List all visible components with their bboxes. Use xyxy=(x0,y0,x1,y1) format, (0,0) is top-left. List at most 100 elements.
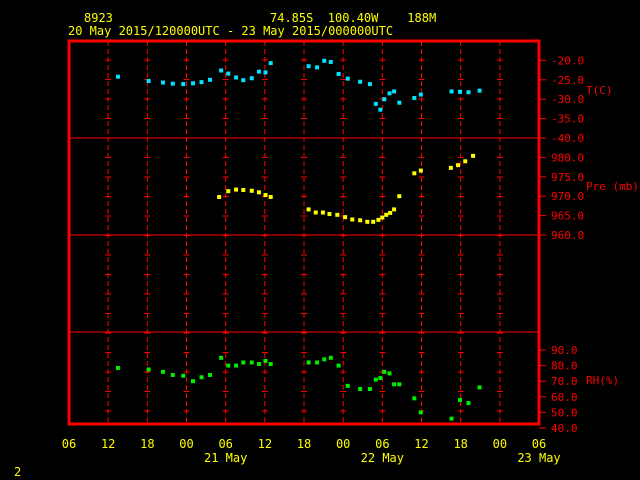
humidity-marker xyxy=(373,377,378,382)
x-tick-label: 00 xyxy=(493,437,507,451)
x-tick-label: 12 xyxy=(101,437,115,451)
temperature-marker xyxy=(328,59,333,64)
temperature-marker xyxy=(392,89,397,94)
humidity-marker xyxy=(466,401,471,406)
temperature-marker xyxy=(373,101,378,106)
pressure-marker xyxy=(226,189,231,194)
temperature-marker xyxy=(241,78,246,83)
pressure-marker xyxy=(343,215,348,220)
temperature-marker xyxy=(458,89,463,94)
temperature-marker xyxy=(387,91,392,96)
pressure-marker xyxy=(306,207,311,212)
humidity-marker xyxy=(392,382,397,387)
temperature-marker xyxy=(115,74,120,79)
humidity-marker xyxy=(387,371,392,376)
y-tick-label: 90.0 xyxy=(551,344,578,357)
pressure-marker xyxy=(358,218,363,223)
humidity-marker xyxy=(322,357,327,362)
pressure-marker xyxy=(371,219,376,224)
x-date-label: 21 May xyxy=(204,451,247,465)
y-tick-label: -40.0 xyxy=(551,132,584,145)
humidity-marker xyxy=(146,367,151,372)
panel-label-temperature: T(C) xyxy=(586,84,613,97)
temperature-marker xyxy=(263,70,268,75)
y-tick-label: 60.0 xyxy=(551,391,578,404)
y-tick-label: -35.0 xyxy=(551,113,584,126)
humidity-marker xyxy=(234,363,239,368)
y-tick-label: 50.0 xyxy=(551,406,578,419)
y-tick-label: 40.0 xyxy=(551,422,578,435)
humidity-marker xyxy=(458,397,463,402)
temperature-marker xyxy=(199,80,204,85)
panel-label-humidity: RH(%) xyxy=(586,374,619,387)
temperature-marker xyxy=(161,80,165,85)
pressure-marker xyxy=(392,207,397,212)
y-tick-label: 960.0 xyxy=(551,229,584,242)
temperature-marker xyxy=(358,79,363,84)
pressure-marker xyxy=(418,168,423,173)
pressure-marker xyxy=(217,194,222,199)
pressure-marker xyxy=(448,165,453,170)
humidity-marker xyxy=(358,387,363,391)
y-tick-label: 970.0 xyxy=(551,190,584,203)
temperature-marker xyxy=(367,82,372,87)
humidity-marker xyxy=(256,362,261,367)
humidity-marker xyxy=(199,375,204,380)
humidity-marker xyxy=(263,358,268,363)
meteogram-chart: 06 12 18 00 06 12 18 00 06 12 18 00 0621 May 22 May 23… xyxy=(62,39,639,465)
y-tick-label: 975.0 xyxy=(551,171,584,184)
temperature-marker xyxy=(336,71,341,76)
y-tick-label: 70.0 xyxy=(551,375,578,388)
humidity-marker xyxy=(226,363,231,368)
humidity-marker xyxy=(241,360,246,365)
humidity-marker xyxy=(315,360,320,365)
temperature-marker xyxy=(191,81,196,86)
panel-label-pressure: Pre (mb) xyxy=(586,180,639,193)
temperature-marker xyxy=(412,96,417,101)
humidity-marker xyxy=(191,379,196,384)
temperature-marker xyxy=(234,75,239,80)
pressure-marker xyxy=(365,219,370,224)
temperature-marker xyxy=(249,76,254,81)
humidity-marker xyxy=(418,410,423,415)
humidity-marker xyxy=(219,355,224,360)
temperature-marker xyxy=(268,61,273,66)
temperature-marker xyxy=(226,71,231,76)
pressure-marker xyxy=(234,187,239,192)
pressure-marker xyxy=(320,210,325,215)
x-date-label: 23 May xyxy=(517,451,560,465)
humidity-marker xyxy=(161,369,165,374)
pressure-marker xyxy=(256,190,261,195)
humidity-marker xyxy=(170,372,175,377)
temperature-marker xyxy=(397,100,402,105)
temperature-marker xyxy=(378,107,383,112)
humidity-marker xyxy=(336,363,341,368)
humidity-marker xyxy=(249,360,254,365)
pressure-marker xyxy=(412,171,417,176)
pressure-marker xyxy=(350,217,355,222)
x-tick-label: 18 xyxy=(140,437,154,451)
pressure-marker xyxy=(471,153,476,158)
humidity-marker xyxy=(367,387,372,391)
x-tick-label: 06 xyxy=(218,437,232,451)
pressure-marker xyxy=(335,212,340,217)
page-number: 2 xyxy=(14,465,22,479)
temperature-marker xyxy=(477,88,482,93)
temperature-marker xyxy=(256,69,261,74)
y-tick-label: 80.0 xyxy=(551,360,578,373)
pressure-marker xyxy=(249,188,254,193)
pressure-marker xyxy=(268,194,273,199)
pressure-marker xyxy=(388,210,393,215)
temperature-marker xyxy=(382,97,387,102)
temperature-marker xyxy=(345,76,350,81)
x-tick-label: 18 xyxy=(453,437,467,451)
x-tick-label: 18 xyxy=(297,437,311,451)
pressure-marker xyxy=(384,212,389,217)
humidity-marker xyxy=(181,373,186,378)
x-date-label: 22 May xyxy=(361,451,404,465)
pressure-marker xyxy=(463,159,468,164)
humidity-marker xyxy=(378,376,383,381)
humidity-marker xyxy=(328,355,333,360)
x-tick-label: 12 xyxy=(414,437,428,451)
humidity-marker xyxy=(412,396,417,401)
